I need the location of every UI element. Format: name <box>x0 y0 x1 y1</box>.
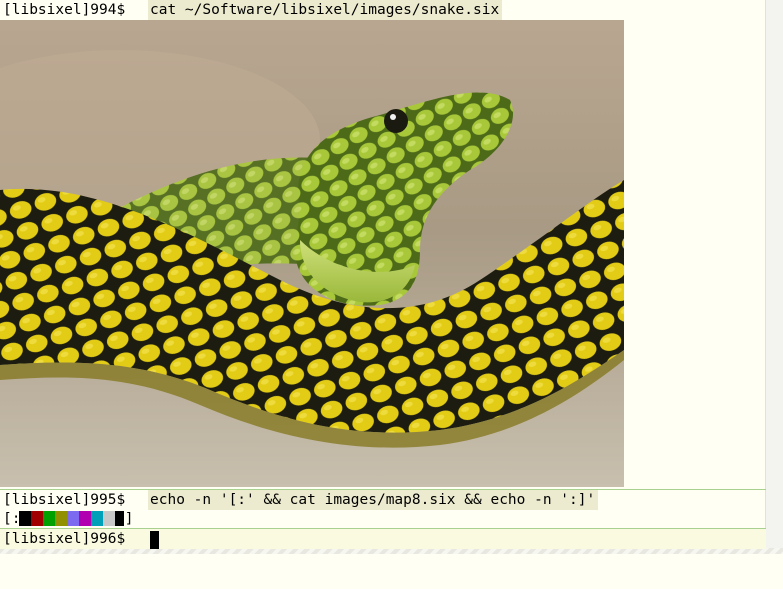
palette-swatch <box>19 511 31 526</box>
palette-swatch <box>67 511 79 526</box>
terminal-line-995: [libsixel]995$ echo -n '[:' && cat image… <box>0 489 766 510</box>
palette-swatch <box>79 511 91 526</box>
terminal-line-994: [libsixel]994$ cat ~/Software/libsixel/i… <box>0 0 766 20</box>
shell-prompt: [libsixel]995$ <box>3 492 134 508</box>
vertical-scrollbar[interactable] <box>765 0 783 548</box>
terminal-line-996[interactable]: [libsixel]996$ <box>0 528 766 549</box>
close-bracket-text: :] <box>116 511 134 527</box>
sixel-snake-image <box>0 20 624 487</box>
palette-swatch <box>91 511 103 526</box>
palette-swatch <box>31 511 43 526</box>
palette-swatch <box>55 511 67 526</box>
open-bracket-text: [: <box>3 511 21 527</box>
shell-command: echo -n '[:' && cat images/map8.six && e… <box>148 490 599 510</box>
text-cursor <box>150 531 159 549</box>
palette-swatch <box>43 511 55 526</box>
palette-swatches <box>19 511 124 526</box>
shell-prompt: [libsixel]996$ <box>3 531 134 547</box>
shell-command: cat ~/Software/libsixel/images/snake.six <box>148 0 503 20</box>
shell-prompt: [libsixel]994$ <box>3 2 134 18</box>
terminal-output-line: [: :] <box>0 509 766 529</box>
palette-swatch <box>103 511 115 526</box>
